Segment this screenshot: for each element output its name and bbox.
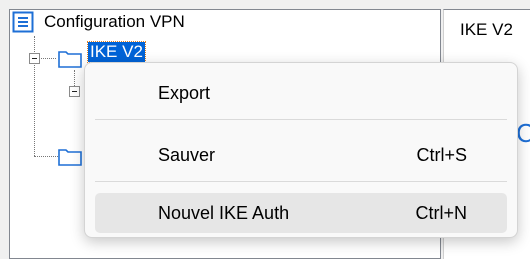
menu-item-shortcut: Ctrl+S [416, 144, 467, 165]
tree-connector [34, 156, 58, 157]
tree-root-label: Configuration VPN [44, 12, 185, 31]
detail-panel-title: IKE V2 [460, 20, 513, 39]
configuration-list-icon [12, 11, 34, 33]
folder-icon [58, 149, 82, 166]
menu-separator [95, 181, 507, 182]
collapse-toggle-ike-v2[interactable] [29, 53, 40, 64]
detail-panel-partial-text: C [516, 118, 530, 148]
menu-item-export[interactable]: Export [95, 73, 507, 113]
tree-root-row[interactable]: Configuration VPN [12, 10, 185, 34]
menu-item-label: Nouvel IKE Auth [158, 202, 290, 223]
menu-item-nouvel-ike-auth[interactable]: Nouvel IKE Auth Ctrl+N [95, 193, 507, 233]
menu-item-shortcut: Ctrl+N [415, 202, 467, 223]
menu-separator [95, 119, 507, 120]
context-menu: Export Sauver Ctrl+S Nouvel IKE Auth Ctr… [84, 62, 518, 238]
menu-item-sauver[interactable]: Sauver Ctrl+S [95, 135, 507, 175]
collapse-toggle-child[interactable] [69, 86, 80, 97]
menu-item-label: Export [158, 82, 211, 103]
folder-icon [58, 51, 82, 68]
menu-item-label: Sauver [158, 144, 216, 165]
tree-item-ike-v2[interactable]: IKE V2 [87, 41, 146, 63]
